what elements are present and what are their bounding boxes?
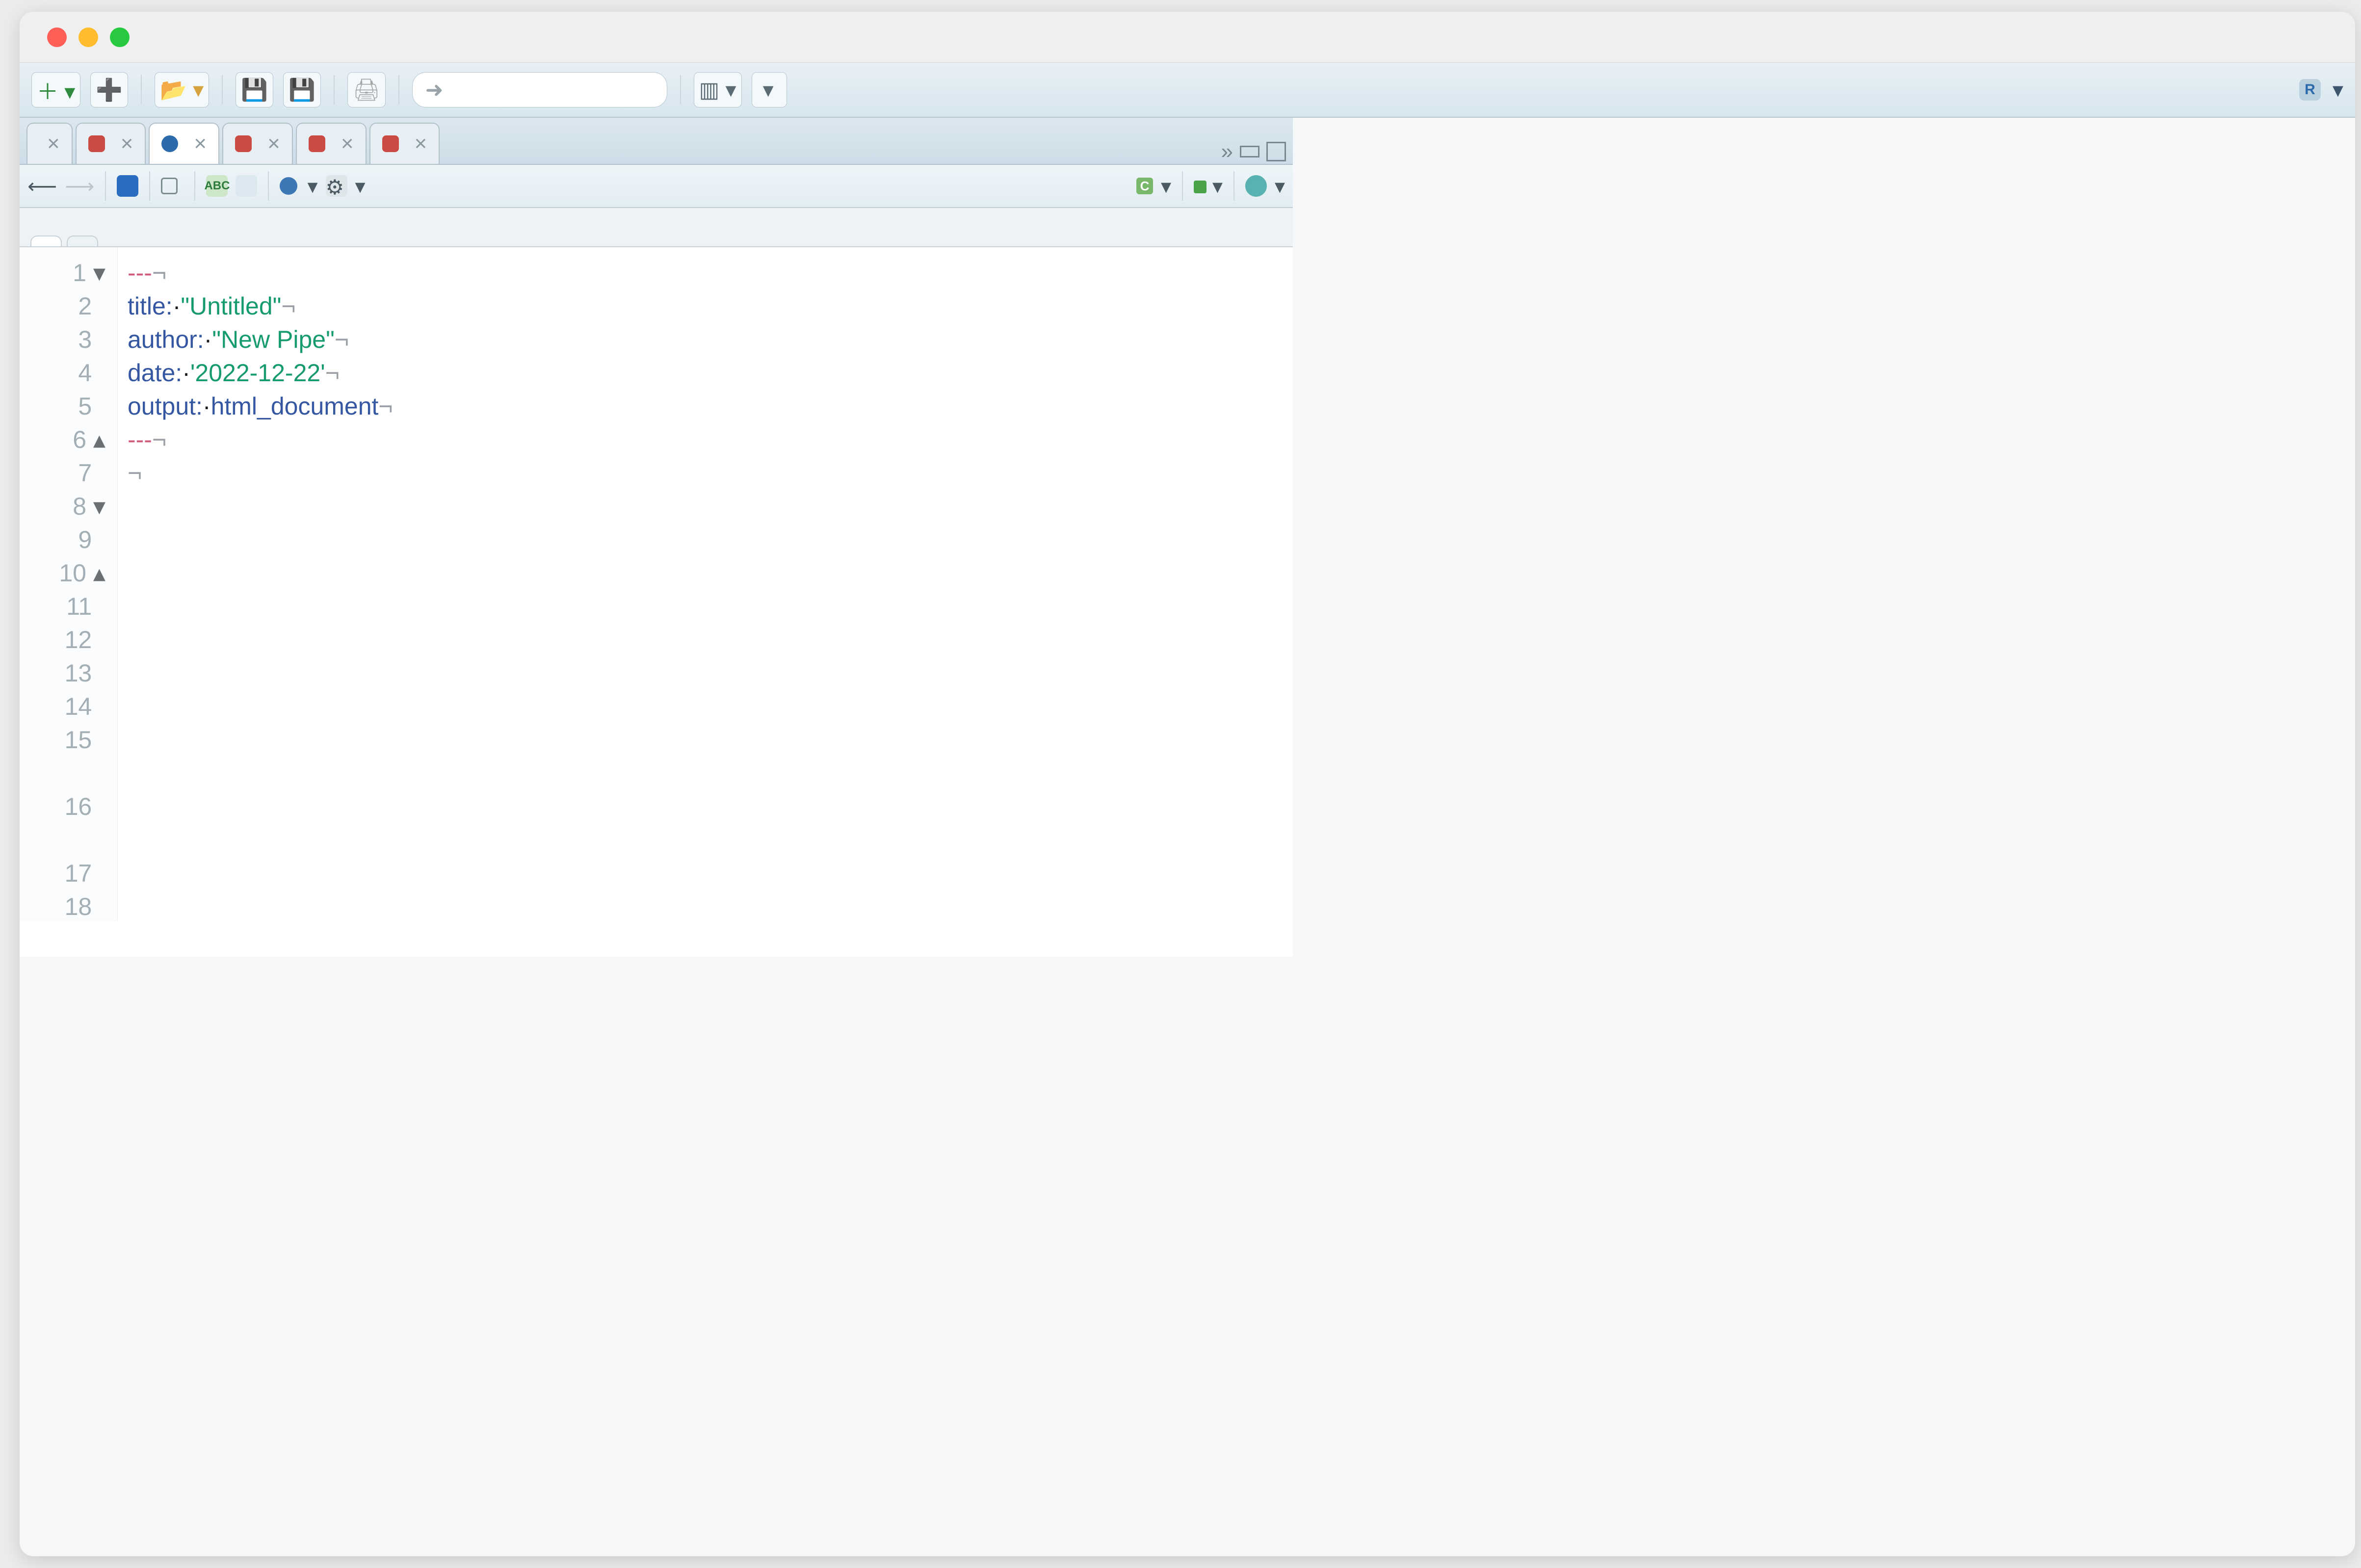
editor-tab-untitled3[interactable]: × [76,123,146,164]
chevron-down-icon: ▾ [2333,78,2343,103]
save-icon[interactable] [117,175,138,197]
save-all-button[interactable]: 💾 [283,72,321,107]
find-icon[interactable] [236,175,257,197]
close-tab-icon[interactable]: × [47,131,60,156]
minimize-pane-icon[interactable] [1240,146,1259,157]
open-file-button[interactable]: 📂 ▾ [155,72,209,107]
new-file-button[interactable]: ＋ ▾ [31,72,80,107]
project-selector[interactable]: R ▾ [2299,78,2343,103]
tab-overflow-icon[interactable]: » [1221,139,1233,164]
maximize-pane-icon[interactable] [1266,142,1286,161]
arrow-right-icon: ➜ [425,78,444,103]
run-button[interactable]: ▾ [1194,174,1223,198]
editor-tab-untitled4[interactable]: × [222,123,293,164]
close-tab-icon[interactable]: × [121,131,133,156]
spellcheck-icon[interactable]: ABC [206,175,228,197]
publish-icon[interactable] [1245,175,1267,197]
goto-file-input[interactable]: ➜ [412,72,667,107]
rmd-icon [309,135,325,152]
editor-tabstrip: × × × × × × » [20,118,1293,165]
editor-tab-untitled2a[interactable]: × [26,123,73,164]
new-project-button[interactable]: ➕ [90,72,128,107]
panes-button[interactable]: ▥ ▾ [694,72,742,107]
knit-icon [280,177,297,195]
rmd-icon [235,135,252,152]
editor-tab-untitled2b[interactable]: × [369,123,440,164]
main-toolbar: ＋ ▾ ➕ 📂 ▾ 💾 💾 🖨 ➜ ▥ ▾ ▾ R ▾ [20,63,2355,118]
line-gutter: 1 ▾ 2 3 4 5 6 ▴ 7 8 ▾ 9 10 ▴ 11 12 13 14… [20,247,118,921]
knit-button[interactable]: ▾ [280,174,317,198]
close-tab-icon[interactable]: × [415,131,427,156]
close-tab-icon[interactable]: × [267,131,280,156]
editor-toolbar: ⟵ ⟶ ABC ▾ ⚙▾ C▾ ▾ ▾ [20,165,1293,208]
editor-tab-untitled1[interactable]: × [149,123,219,164]
back-icon[interactable]: ⟵ [27,174,57,198]
r-logo-icon: R [2299,79,2321,101]
knit-on-save-checkbox[interactable] [161,178,184,194]
rmd-icon [88,135,105,152]
close-tab-icon[interactable]: × [341,131,354,156]
insert-chunk-icon[interactable]: C [1136,178,1153,194]
addins-menu[interactable]: ▾ [752,72,787,107]
code-editor[interactable]: ---¬ title:·"Untitled"¬ author:·"New Pip… [118,247,1293,921]
close-icon[interactable] [47,27,67,47]
close-tab-icon[interactable]: × [194,131,207,156]
forward-icon[interactable]: ⟶ [65,174,94,198]
editor-tab-untitled5[interactable]: × [296,123,367,164]
view-tab-visual[interactable] [67,235,98,246]
play-icon [1194,181,1207,193]
view-tab-source[interactable] [30,235,62,246]
save-button[interactable]: 💾 [236,72,273,107]
titlebar [20,12,2355,63]
rmd-icon [382,135,399,152]
minimize-icon[interactable] [79,27,98,47]
gear-icon[interactable]: ⚙ [326,175,347,197]
zoom-icon[interactable] [110,27,130,47]
print-button[interactable]: 🖨 [347,72,386,107]
r-icon [161,135,178,152]
